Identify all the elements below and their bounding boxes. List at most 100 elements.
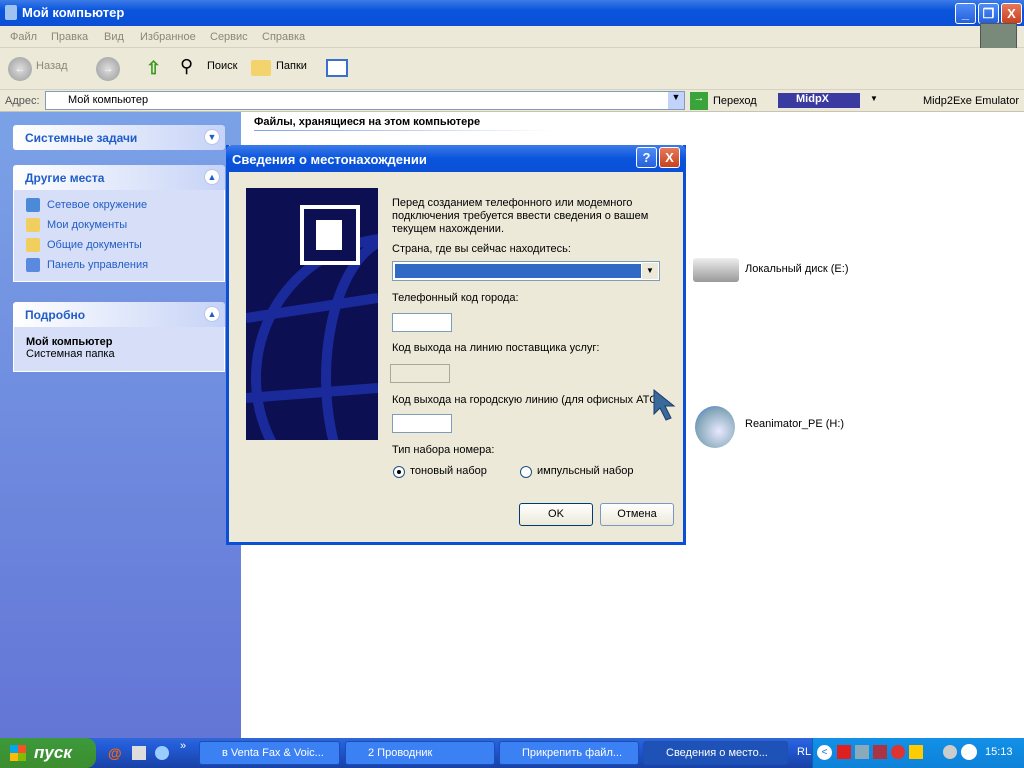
- other-places-panel: Другие места ▲ Сетевое окружение Мои доку…: [13, 165, 225, 282]
- back-button[interactable]: Назад: [36, 60, 68, 72]
- sidebar-item-network[interactable]: Сетевое окружение: [26, 195, 212, 215]
- cancel-button[interactable]: Отмена: [600, 503, 674, 526]
- address-label: Адрес:: [5, 95, 40, 107]
- pulse-label[interactable]: импульсный набор: [537, 465, 633, 477]
- item-label: Мои документы: [47, 219, 128, 231]
- taskbar: пуск @ » в Venta Fax & Voic... 2 Проводн…: [0, 738, 1024, 768]
- carrier-code-input[interactable]: [390, 364, 450, 383]
- sidebar-item-control-panel[interactable]: Панель управления: [26, 255, 212, 275]
- tray-panda-icon[interactable]: [961, 744, 977, 760]
- ok-button[interactable]: OK: [519, 503, 593, 526]
- tray-network-icon[interactable]: [873, 745, 887, 759]
- search-icon: ⚲: [180, 56, 194, 76]
- tray-security-icon[interactable]: [891, 745, 905, 759]
- menu-favorites[interactable]: Избранное: [140, 31, 196, 43]
- folders-icon: [251, 60, 271, 76]
- pulse-radio[interactable]: [520, 466, 532, 478]
- task-attach-file[interactable]: Прикрепить файл...: [499, 741, 639, 765]
- midpx-dropdown-icon[interactable]: ▼: [870, 94, 878, 103]
- task-location-dialog[interactable]: Сведения о место...: [643, 741, 788, 765]
- media-icon[interactable]: [132, 746, 146, 760]
- item-label: Панель управления: [47, 259, 149, 271]
- views-icon[interactable]: [326, 59, 348, 77]
- drive-label: Локальный диск (E:): [745, 263, 849, 275]
- back-arrow-icon[interactable]: ←: [8, 57, 32, 81]
- menu-tools[interactable]: Сервис: [210, 31, 248, 43]
- section-divider: [254, 130, 554, 131]
- tray-app-icon[interactable]: [837, 745, 851, 759]
- other-places-header[interactable]: Другие места ▲: [13, 165, 225, 190]
- location-info-dialog: Сведения о местонахождении ? X Перед соз…: [226, 145, 686, 545]
- address-bar: Адрес: Мой компьютер ▼ → Переход MidpX ▼…: [0, 90, 1024, 112]
- dialog-close-button[interactable]: X: [659, 147, 680, 168]
- email-icon[interactable]: @: [108, 745, 122, 761]
- address-value: Мой компьютер: [68, 94, 149, 106]
- tray-expand-icon[interactable]: <: [817, 745, 832, 760]
- address-dropdown-icon[interactable]: ▼: [668, 92, 684, 109]
- details-name: Мой компьютер: [26, 336, 113, 348]
- country-select[interactable]: ▼: [392, 261, 660, 281]
- language-indicator[interactable]: RL: [797, 746, 811, 758]
- chevron-up-icon[interactable]: ▲: [204, 169, 220, 185]
- quicklaunch-more-icon[interactable]: »: [180, 740, 186, 752]
- carrier-code-label: Код выхода на линию поставщика услуг:: [392, 342, 600, 354]
- maximize-button[interactable]: ❐: [978, 3, 999, 24]
- midp2exe-emulator-button[interactable]: Midp2Exe Emulator: [923, 95, 1019, 107]
- start-button[interactable]: пуск: [0, 738, 96, 768]
- address-input[interactable]: Мой компьютер: [45, 91, 685, 110]
- outside-line-input[interactable]: [392, 414, 452, 433]
- task-pane: Системные задачи ▼ Другие места ▲ Сетевое …: [0, 112, 241, 738]
- folder-icon: [26, 238, 40, 252]
- intro-text: Перед созданием телефонного или модемног…: [392, 197, 649, 235]
- network-quicklaunch-icon[interactable]: [155, 746, 169, 760]
- computer-icon: [5, 5, 17, 20]
- close-button[interactable]: X: [1001, 3, 1022, 24]
- item-label: Сетевое окружение: [47, 199, 148, 211]
- menu-file[interactable]: Файл: [10, 31, 37, 43]
- go-button[interactable]: Переход: [713, 95, 757, 107]
- task-explorer-group[interactable]: 2 Проводник: [345, 741, 495, 765]
- network-icon: [26, 198, 40, 212]
- menu-edit[interactable]: Правка: [51, 31, 88, 43]
- chevron-down-icon[interactable]: ▼: [642, 263, 658, 279]
- tone-label[interactable]: тоновый набор: [410, 465, 487, 477]
- item-label: Общие документы: [47, 239, 142, 251]
- system-tasks-panel: Системные задачи ▼: [13, 125, 225, 150]
- menu-bar: Файл Правка Вид Избранное Сервис Справка: [0, 23, 1024, 57]
- menu-view[interactable]: Вид: [104, 31, 124, 43]
- country-label: Страна, где вы сейчас находитесь:: [392, 243, 571, 255]
- task-venta-fax[interactable]: в Venta Fax & Voic...: [199, 741, 340, 765]
- panel-title: Системные задачи: [25, 131, 138, 145]
- folder-icon: [26, 218, 40, 232]
- up-folder-icon[interactable]: ⇧: [146, 58, 161, 79]
- tray-network-icon[interactable]: [855, 745, 869, 759]
- forward-arrow-icon[interactable]: →: [96, 57, 120, 81]
- cd-drive-icon: [695, 406, 735, 448]
- country-value: [395, 264, 641, 278]
- help-button[interactable]: ?: [636, 147, 657, 168]
- tray-tv-icon[interactable]: [909, 745, 923, 759]
- control-panel-icon: [26, 258, 40, 272]
- search-button[interactable]: Поиск: [207, 60, 237, 72]
- system-tray: < 15:13: [812, 738, 1024, 768]
- system-tasks-header[interactable]: Системные задачи ▼: [13, 125, 225, 150]
- outside-line-label: Код выхода на городскую линию (для офисн…: [392, 394, 664, 406]
- clock[interactable]: 15:13: [985, 746, 1013, 758]
- sidebar-item-shared-documents[interactable]: Общие документы: [26, 235, 212, 255]
- tone-radio[interactable]: [393, 466, 405, 478]
- chevron-down-icon[interactable]: ▼: [204, 129, 220, 145]
- details-type: Системная папка: [26, 348, 115, 360]
- chevron-up-icon[interactable]: ▲: [204, 306, 220, 322]
- tray-volume-icon[interactable]: [943, 745, 957, 759]
- midpx-button[interactable]: MidpX: [778, 93, 860, 108]
- area-code-input[interactable]: [392, 313, 452, 332]
- window-title: Мой компьютер: [22, 5, 125, 20]
- start-label: пуск: [34, 743, 72, 762]
- sidebar-item-my-documents[interactable]: Мои документы: [26, 215, 212, 235]
- folders-button[interactable]: Папки: [276, 60, 307, 72]
- menu-help[interactable]: Справка: [262, 31, 305, 43]
- details-header[interactable]: Подробно ▲: [13, 302, 225, 327]
- go-arrow-icon[interactable]: →: [690, 92, 708, 110]
- minimize-button[interactable]: _: [955, 3, 976, 24]
- drive-label: Reanimator_PE (H:): [745, 418, 845, 430]
